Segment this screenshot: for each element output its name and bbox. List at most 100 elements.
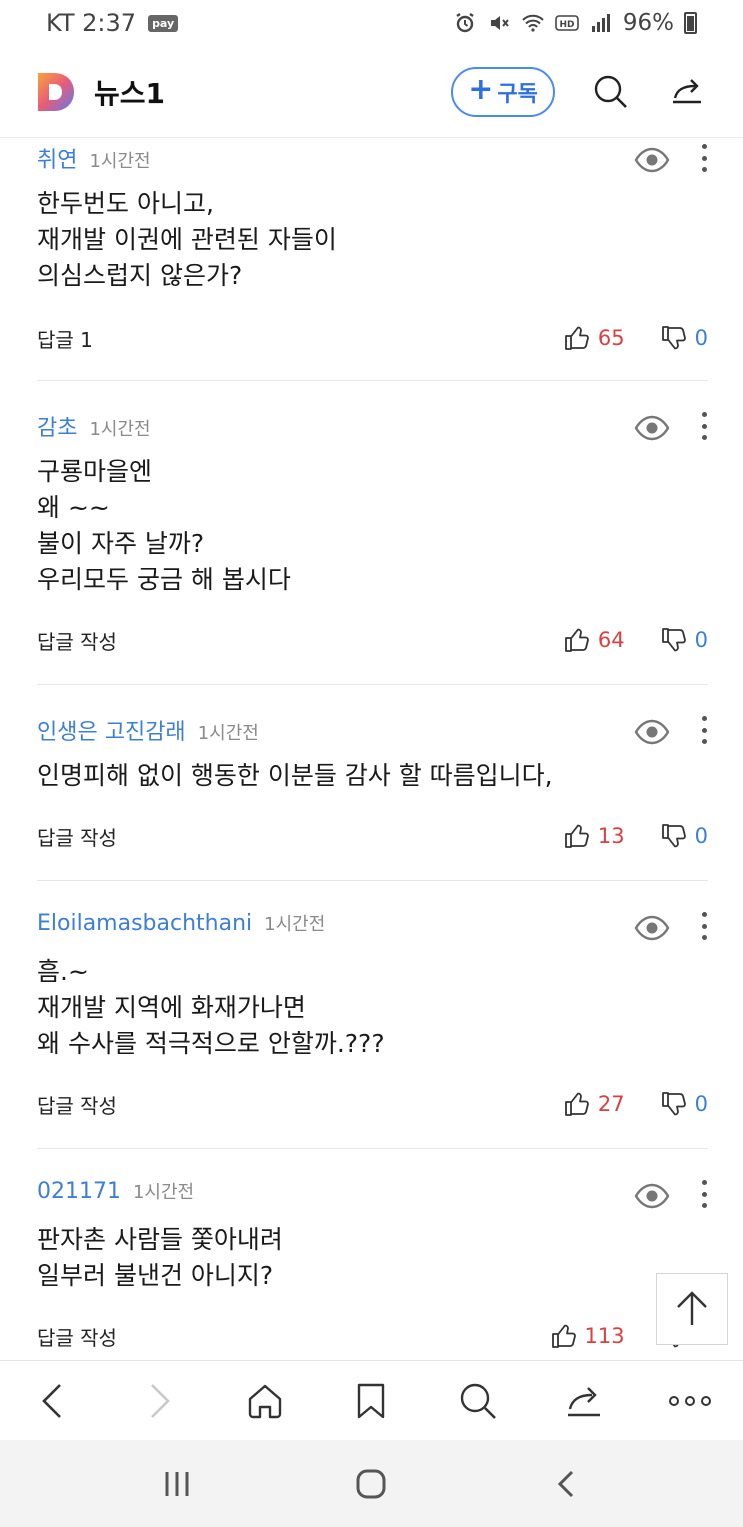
comment-body: 구룡마을엔 왜 ~~ 불이 자주 날까? 우리모두 궁금 해 봅시다 xyxy=(37,457,291,594)
dislike-count: 0 xyxy=(694,628,708,652)
subscribe-label: 구독 xyxy=(497,81,538,107)
reply-button[interactable]: 답글 작성 xyxy=(37,626,117,655)
share-button[interactable] xyxy=(549,1366,619,1436)
like-count: 13 xyxy=(597,824,625,848)
comment-body: 한두번도 아니고, 재개발 이권에 관련된 자들이 의심스럽지 않은가? xyxy=(37,189,337,290)
comment-time: 1시간전 xyxy=(132,1182,195,1203)
like-button[interactable]: 113 xyxy=(551,1323,625,1349)
share-icon xyxy=(673,78,701,103)
more-options-icon[interactable] xyxy=(700,412,708,440)
comment-divider xyxy=(37,1148,708,1149)
bookmark-button[interactable] xyxy=(336,1366,406,1436)
comment-list: 취연 1시간전 한두번도 아니고, 재개발 이권에 관련된 자들이 의심스럽지 … xyxy=(0,138,743,1360)
comment-author[interactable]: 취연 xyxy=(37,142,77,174)
thumbs-up-icon xyxy=(564,1092,589,1116)
reply-button[interactable]: 답글 1 xyxy=(37,324,93,353)
hd-icon: HD xyxy=(555,15,579,31)
comment-author[interactable]: 인생은 고진감래 xyxy=(37,714,186,746)
search-icon xyxy=(460,1383,496,1419)
wifi-icon xyxy=(522,14,544,32)
mute-icon xyxy=(490,16,509,30)
dislike-button[interactable]: 0 xyxy=(661,823,708,849)
more-options-icon[interactable] xyxy=(700,716,708,744)
scroll-to-top-button[interactable] xyxy=(656,1273,728,1345)
site-name: 뉴스1 xyxy=(94,76,166,110)
comment-author[interactable]: Eloilamasbachthani xyxy=(37,911,252,936)
back-nav-button[interactable] xyxy=(526,1454,606,1514)
comment-body: 흠.~ 재개발 지역에 화재가나면 왜 수사를 적극적으로 안할까.??? xyxy=(37,957,385,1058)
pay-icon: pay xyxy=(148,14,179,32)
thumbs-down-icon xyxy=(661,1092,686,1116)
recents-icon xyxy=(165,1471,189,1496)
more-options-icon[interactable] xyxy=(700,144,708,172)
thumbs-up-icon xyxy=(551,1324,576,1348)
comment-item: 취연 1시간전 한두번도 아니고, 재개발 이권에 관련된 자들이 의심스럽지 … xyxy=(37,142,708,352)
comment-divider xyxy=(37,684,708,685)
reply-button[interactable]: 답글 작성 xyxy=(37,1322,117,1351)
search-button[interactable] xyxy=(443,1366,513,1436)
recents-button[interactable] xyxy=(137,1454,217,1514)
comment-time: 1시간전 xyxy=(89,151,151,172)
subscribe-button[interactable]: + 구독 xyxy=(451,66,555,117)
dislike-button[interactable]: 0 xyxy=(661,627,708,653)
eye-icon[interactable] xyxy=(634,910,670,946)
comment-body: 인명피해 없이 행동한 이분들 감사 할 따름입니다, xyxy=(37,761,553,790)
like-count: 65 xyxy=(597,326,625,350)
comment-divider xyxy=(37,880,708,881)
dislike-count: 0 xyxy=(694,326,708,350)
search-button[interactable] xyxy=(591,72,631,112)
forward-button[interactable] xyxy=(124,1366,194,1436)
comment-author[interactable]: 감초 xyxy=(37,410,77,442)
news1-logo-icon xyxy=(38,72,74,111)
share-button[interactable] xyxy=(667,72,707,112)
comment-time: 1시간전 xyxy=(89,419,151,440)
thumbs-up-icon xyxy=(564,628,589,652)
back-icon xyxy=(42,1383,61,1418)
bookmark-icon xyxy=(358,1383,385,1418)
like-button[interactable]: 27 xyxy=(564,1091,625,1117)
more-icon xyxy=(668,1395,711,1406)
like-button[interactable]: 64 xyxy=(564,627,625,653)
share-icon xyxy=(567,1386,600,1416)
home-nav-button[interactable] xyxy=(331,1454,411,1514)
eye-icon[interactable] xyxy=(634,142,670,178)
eye-icon[interactable] xyxy=(634,1178,670,1214)
arrow-up-icon xyxy=(677,1291,707,1325)
dislike-button[interactable]: 0 xyxy=(661,1091,708,1117)
more-button[interactable] xyxy=(655,1366,725,1436)
more-options-icon[interactable] xyxy=(700,912,708,940)
comment-item: 021171 1시간전 판자촌 사람들 쫓아내려 일부러 불낸건 아니지? 답글… xyxy=(37,1178,708,1350)
forward-icon xyxy=(151,1383,170,1418)
like-button[interactable]: 13 xyxy=(564,823,625,849)
like-count: 64 xyxy=(597,628,625,652)
like-button[interactable]: 65 xyxy=(564,325,625,351)
like-count: 113 xyxy=(584,1324,625,1348)
home-icon xyxy=(356,1469,386,1498)
thumbs-down-icon xyxy=(661,326,686,350)
eye-icon[interactable] xyxy=(634,410,670,446)
dislike-button[interactable]: 0 xyxy=(661,325,708,351)
svg-text:HD: HD xyxy=(559,20,574,30)
back-button[interactable] xyxy=(18,1366,88,1436)
eye-icon[interactable] xyxy=(634,714,670,750)
back-icon xyxy=(557,1470,573,1497)
comment-author[interactable]: 021171 xyxy=(37,1179,121,1204)
battery-percent: 96% xyxy=(622,10,674,36)
thumbs-down-icon xyxy=(661,628,686,652)
reply-button[interactable]: 답글 작성 xyxy=(37,822,117,851)
comment-time: 1시간전 xyxy=(264,914,326,935)
battery-icon xyxy=(684,12,697,34)
alarm-icon xyxy=(456,13,474,33)
status-bar: KT 2:37 pay HD 96% xyxy=(0,0,743,46)
home-button[interactable] xyxy=(230,1366,300,1436)
comment-item: 인생은 고진감래 1시간전 인명피해 없이 행동한 이분들 감사 할 따름입니다… xyxy=(37,714,708,850)
reply-button[interactable]: 답글 작성 xyxy=(37,1090,117,1119)
system-navigation-bar xyxy=(0,1440,743,1527)
comment-time: 1시간전 xyxy=(197,723,259,744)
signal-icon xyxy=(591,14,610,32)
more-options-icon[interactable] xyxy=(700,1180,708,1208)
comment-item: Eloilamasbachthani 1시간전 흠.~ 재개발 지역에 화재가나… xyxy=(37,910,708,1118)
comment-divider xyxy=(37,380,708,381)
comment-item: 감초 1시간전 구룡마을엔 왜 ~~ 불이 자주 날까? 우리모두 궁금 해 봅… xyxy=(37,410,708,654)
carrier-time: KT 2:37 xyxy=(46,9,137,37)
